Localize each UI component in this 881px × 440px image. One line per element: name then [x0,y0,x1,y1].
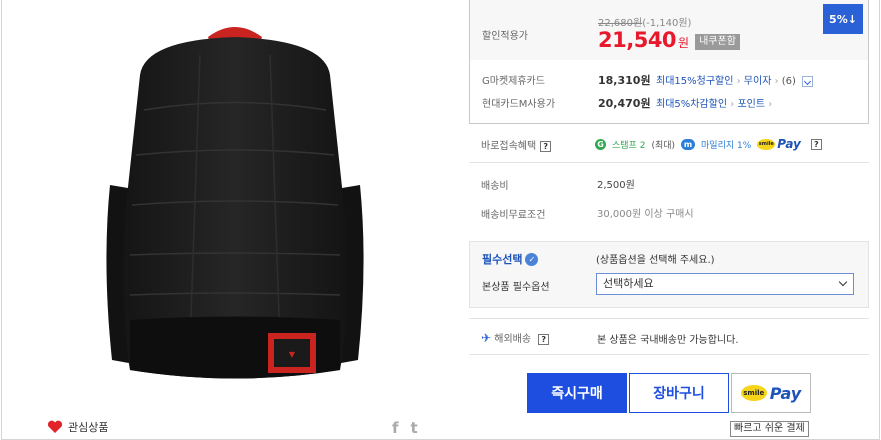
required-option-box: 필수선택 ✓ (상품옵션을 선택해 주세요.) 본상품 필수옵션 선택하세요 [469,241,869,308]
card-label: 현대카드M사용가 [482,99,556,110]
card-price: 18,310원 [598,74,651,87]
smilepay-logo: smile Pay [757,137,801,151]
smilepay-button[interactable]: smile Pay [731,373,811,413]
option-select[interactable]: 선택하세요 [596,273,854,295]
overseas-note: 본 상품은 국내배송만 가능합니다. [597,335,739,346]
wishlist-label: 관심상품 [68,421,109,434]
mileage-icon: m [681,138,696,150]
option-hint: (상품옵션을 선택해 주세요.) [596,255,715,266]
buy-now-button[interactable]: 즉시구매 [527,373,627,413]
help-icon[interactable]: ? [810,138,822,150]
discount-percent-badge: 5%↓ [823,4,863,34]
help-icon[interactable]: ? [538,333,550,345]
card-price: 20,470원 [598,97,651,110]
pay-label: Pay [769,383,802,403]
share-icons: f t [392,419,418,437]
required-option-title: 필수선택 ✓ [482,251,539,267]
discount-price-label: 할인적용가 [482,31,528,42]
free-shipping-label: 배송비무료조건 [481,210,546,221]
stamp-icon: G [595,138,606,150]
divider [469,354,869,355]
option-label: 본상품 필수옵션 [482,282,550,293]
chevron-down-icon[interactable] [802,75,814,87]
free-shipping-value: 30,000원 이상 구매시 [597,209,694,220]
card-benefit[interactable]: 최대5%차감할인 › 포인트 › [656,95,772,110]
facebook-icon[interactable]: f [392,419,399,437]
mileage-text: 마일리지 1% [701,140,752,151]
add-to-cart-button[interactable]: 장바구니 [629,373,729,413]
card-benefit[interactable]: 최대15%청구할인 › 무이자 › (6) [656,72,814,87]
twitter-icon[interactable]: t [411,419,418,437]
stamp-text: 스탬프 2 [612,140,646,151]
svg-text:▼: ▼ [289,350,296,359]
sale-price: 21,540 원 내쿠폰함 [598,28,740,53]
smile-logo-icon: smile [740,385,767,401]
point-link: 포인트 [737,99,766,110]
overseas-label: 해외배송 [494,334,532,345]
card-label: G마켓제휴카드 [482,76,545,87]
smilepay-tooltip: 빠르고 쉬운 결제 [730,421,809,437]
chevron-down-icon [838,277,848,287]
original-price: 22,680원(-1,140원) [598,18,692,29]
quick-benefit-label: 바로접속혜택 [481,141,537,152]
shipping-fee-label: 배송비 [481,181,509,192]
divider [469,318,869,319]
check-icon: ✓ [525,252,539,266]
stamp-note: (최대) [651,140,676,151]
my-coupon-button[interactable]: 내쿠폰함 [695,34,740,50]
heart-icon [47,420,63,433]
price-box: 할인적용가 22,680원(-1,140원) 21,540 원 내쿠폰함 5%↓… [469,0,869,124]
wishlist-link[interactable]: 관심상품 [47,419,108,435]
interest-free-link: 무이자 [743,76,772,87]
divider [469,162,869,163]
sale-price-unit: 원 [678,36,690,50]
discount-price-section: 할인적용가 22,680원(-1,140원) 21,540 원 내쿠폰함 5%↓ [470,0,868,60]
overseas-shipping-row: ✈ 해외배송 ? 본 상품은 국내배송만 가능합니다. [469,320,869,354]
sale-price-value: 21,540 [598,28,677,52]
airplane-icon: ✈ [481,331,492,345]
help-icon[interactable]: ? [540,140,552,152]
product-image[interactable]: ▼ [100,15,370,415]
benefit-list: G 스탬프 2 (최대) m 마일리지 1% smile Pay ? [595,137,822,151]
quick-benefit-row: 바로접속혜택? G 스탬프 2 (최대) m 마일리지 1% smile Pay… [469,126,869,162]
shipping-fee-value: 2,500원 [597,180,635,191]
